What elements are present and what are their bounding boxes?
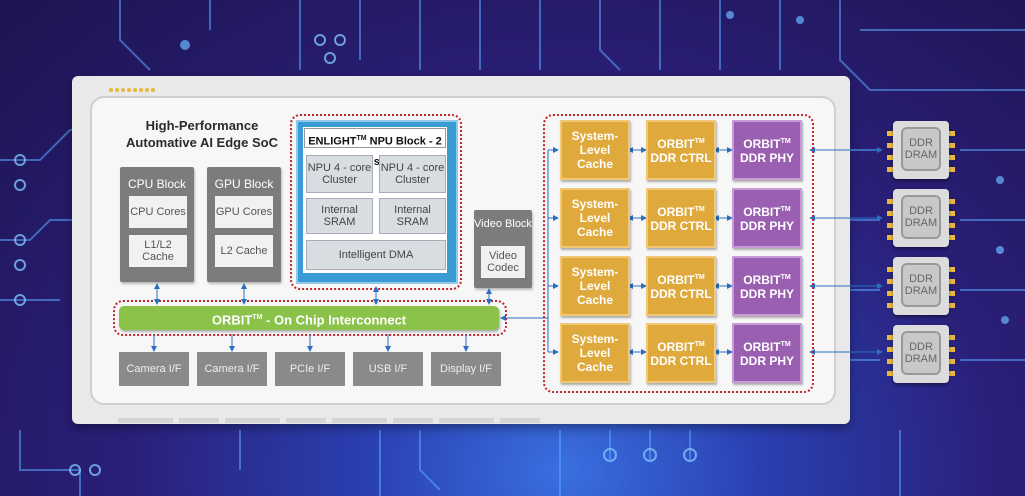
board-traces (118, 410, 546, 423)
phy-tm: TM (780, 206, 791, 213)
phy-tm: TM (780, 138, 791, 145)
phy-main: ORBIT (743, 340, 781, 354)
ddr-ctrl-1: ORBITTM DDR CTRL (646, 120, 716, 180)
ctrl-main: ORBIT (657, 137, 695, 151)
camera-interface-1: Camera I/F (119, 352, 189, 386)
phy-rest: DDR PHY (739, 287, 794, 301)
ddr-dram-chip-4: DDR DRAM (887, 325, 955, 385)
ctrl-tm: TM (694, 341, 705, 348)
phy-rest: DDR PHY (739, 354, 794, 368)
phy-tm: TM (780, 341, 791, 348)
ddr-dram-chip-3: DDR DRAM (887, 257, 955, 317)
ctrl-main: ORBIT (657, 205, 695, 219)
dram-label: DDR DRAM (901, 263, 941, 307)
ddr-dram-chip-1: DDR DRAM (887, 121, 955, 181)
ddr-ctrl-2: ORBITTM DDR CTRL (646, 188, 716, 248)
ddr-ctrl-4: ORBITTM DDR CTRL (646, 323, 716, 383)
phy-main: ORBIT (743, 137, 781, 151)
phy-rest: DDR PHY (739, 219, 794, 233)
phy-tm: TM (780, 274, 791, 281)
system-level-cache-2: System-Level Cache (560, 188, 630, 248)
ctrl-tm: TM (694, 274, 705, 281)
ddr-ctrl-3: ORBITTM DDR CTRL (646, 256, 716, 316)
dram-label: DDR DRAM (901, 195, 941, 239)
ctrl-rest: DDR CTRL (650, 219, 712, 233)
ctrl-main: ORBIT (657, 340, 695, 354)
camera-interface-2: Camera I/F (197, 352, 267, 386)
usb-interface: USB I/F (353, 352, 423, 386)
dram-label: DDR DRAM (901, 127, 941, 171)
display-interface: Display I/F (431, 352, 501, 386)
pcie-interface: PCIe I/F (275, 352, 345, 386)
ctrl-main: ORBIT (657, 273, 695, 287)
phy-rest: DDR PHY (739, 151, 794, 165)
ddr-phy-3: ORBITTM DDR PHY (732, 256, 802, 316)
ctrl-tm: TM (694, 138, 705, 145)
system-level-cache-4: System-Level Cache (560, 323, 630, 383)
system-level-cache-1: System-Level Cache (560, 120, 630, 180)
system-level-cache-3: System-Level Cache (560, 256, 630, 316)
ddr-phy-4: ORBITTM DDR PHY (732, 323, 802, 383)
dram-label: DDR DRAM (901, 331, 941, 375)
ddr-phy-1: ORBITTM DDR PHY (732, 120, 802, 180)
ctrl-tm: TM (694, 206, 705, 213)
ctrl-rest: DDR CTRL (650, 151, 712, 165)
phy-main: ORBIT (743, 273, 781, 287)
ddr-phy-2: ORBITTM DDR PHY (732, 188, 802, 248)
ctrl-rest: DDR CTRL (650, 354, 712, 368)
ctrl-rest: DDR CTRL (650, 287, 712, 301)
ddr-dram-chip-2: DDR DRAM (887, 189, 955, 249)
phy-main: ORBIT (743, 205, 781, 219)
